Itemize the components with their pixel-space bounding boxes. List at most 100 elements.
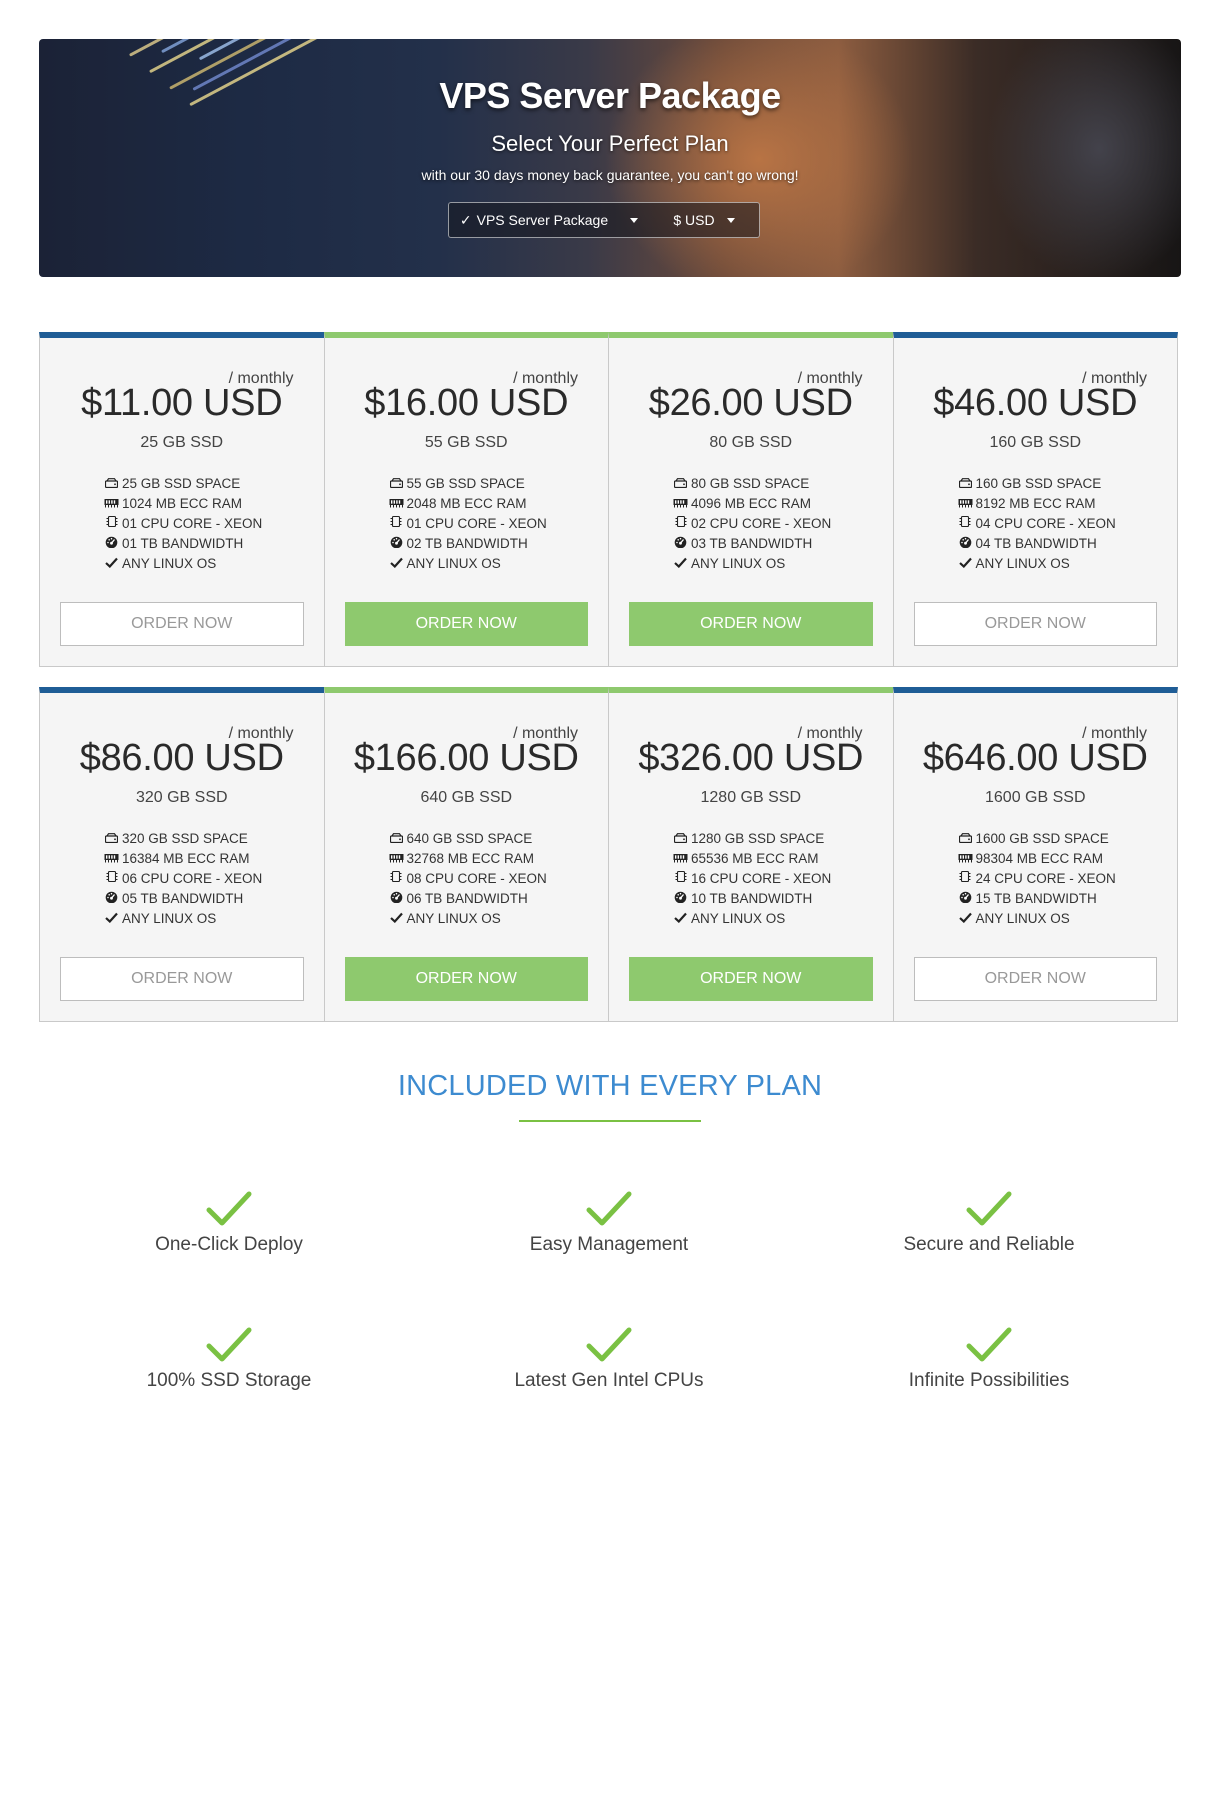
caret-down-icon: [630, 217, 639, 223]
check-icon: [206, 1191, 252, 1226]
plan-card: / monthly $646.00 USD 1600 GB SSD 1600 GB S…: [892, 687, 1178, 1022]
included-section-title: INCLUDED WITH EVERY PLAN: [397, 1070, 823, 1102]
plan-feature: 2048 MB ECC RAM: [325, 494, 609, 514]
ram-icon: [104, 494, 119, 514]
plan-storage: 80 GB SSD: [709, 434, 793, 451]
plan-feature: 1024 MB ECC RAM: [40, 494, 324, 514]
cpu-icon: [673, 869, 688, 889]
pricing-plans: / monthly $11.00 USD 25 GB SSD 25 GB SSD SP…: [39, 332, 1181, 1042]
plan-feature: 03 TB BANDWIDTH: [609, 534, 893, 554]
plan-price: $166.00 USD: [353, 737, 579, 779]
plan-feature-label: 06 TB BANDWIDTH: [406, 891, 528, 906]
ram-icon: [958, 494, 973, 514]
cpu-icon: [958, 514, 973, 534]
plan-feature: 04 CPU CORE - XEON: [894, 514, 1178, 534]
plan-feature: 1600 GB SSD SPACE: [894, 829, 1178, 849]
order-now-button[interactable]: ORDER NOW: [629, 957, 873, 1001]
page-title: VPS Server Package: [439, 75, 781, 116]
plan-feature: 320 GB SSD SPACE: [40, 829, 324, 849]
plan-feature: 02 CPU CORE - XEON: [609, 514, 893, 534]
order-now-button[interactable]: ORDER NOW: [60, 957, 304, 1001]
hdd-icon: [104, 474, 119, 494]
plan-price: $646.00 USD: [922, 737, 1148, 779]
plan-price: $46.00 USD: [933, 382, 1138, 424]
plan-feature-label: 06 CPU CORE - XEON: [122, 871, 263, 886]
plan-features: 1280 GB SSD SPACE 65536 MB ECC RAM 16 CPU …: [609, 829, 893, 929]
plan-feature: 55 GB SSD SPACE: [325, 474, 609, 494]
included-feature: Infinite Possibilities: [799, 1326, 1179, 1392]
plan-card: / monthly $16.00 USD 55 GB SSD 55 GB SSD SP…: [323, 332, 609, 667]
plan-feature-label: 55 GB SSD SPACE: [406, 476, 525, 491]
plan-feature: ANY LINUX OS: [325, 554, 609, 574]
plan-feature-label: ANY LINUX OS: [122, 911, 217, 926]
included-feature-label: 100% SSD Storage: [146, 1370, 312, 1391]
plan-feature-label: ANY LINUX OS: [406, 911, 501, 926]
check-icon: [104, 554, 119, 574]
cpu-icon: [673, 514, 688, 534]
plan-feature: 16384 MB ECC RAM: [40, 849, 324, 869]
plan-row: / monthly $11.00 USD 25 GB SSD 25 GB SSD SP…: [39, 332, 1181, 667]
plan-feature-label: 15 TB BANDWIDTH: [975, 891, 1097, 906]
plan-features: 25 GB SSD SPACE 1024 MB ECC RAM 01 CPU COR…: [40, 474, 324, 574]
plan-feature-label: ANY LINUX OS: [975, 911, 1070, 926]
check-icon: [958, 909, 973, 929]
hdd-icon: [673, 829, 688, 849]
plan-card: / monthly $86.00 USD 320 GB SSD 320 GB SSD …: [39, 687, 325, 1022]
order-now-button[interactable]: ORDER NOW: [60, 602, 304, 646]
included-feature-label: Easy Management: [529, 1234, 689, 1255]
plan-feature: 160 GB SSD SPACE: [894, 474, 1178, 494]
plan-feature-label: 1280 GB SSD SPACE: [691, 831, 825, 846]
plan-feature: 32768 MB ECC RAM: [325, 849, 609, 869]
cpu-icon: [104, 514, 119, 534]
check-icon: [389, 554, 404, 574]
plan-feature-label: ANY LINUX OS: [122, 556, 217, 571]
package-dropdown-label: VPS Server Package: [476, 212, 609, 228]
plan-price: $86.00 USD: [79, 737, 284, 779]
title-underline: [519, 1120, 701, 1122]
plan-feature-label: 160 GB SSD SPACE: [975, 476, 1102, 491]
hdd-icon: [389, 829, 404, 849]
plan-feature: 01 CPU CORE - XEON: [325, 514, 609, 534]
package-dropdown[interactable]: ✓ VPS Server Package: [449, 203, 649, 237]
dashboard-icon: [673, 534, 688, 554]
check-icon: [104, 909, 119, 929]
included-feature: 100% SSD Storage: [39, 1326, 419, 1392]
currency-dropdown[interactable]: $ USD: [649, 203, 759, 237]
dashboard-icon: [104, 889, 119, 909]
plan-feature-label: 2048 MB ECC RAM: [406, 496, 527, 511]
plan-feature: ANY LINUX OS: [894, 909, 1178, 929]
plan-feature-label: 65536 MB ECC RAM: [691, 851, 819, 866]
plan-storage: 160 GB SSD: [989, 434, 1082, 451]
plan-feature: 01 CPU CORE - XEON: [40, 514, 324, 534]
plan-row: / monthly $86.00 USD 320 GB SSD 320 GB SSD …: [39, 687, 1181, 1022]
plan-feature-label: 08 CPU CORE - XEON: [406, 871, 547, 886]
plan-storage: 640 GB SSD: [420, 789, 513, 806]
guarantee-note: with our 30 days money back guarantee, y…: [421, 167, 799, 183]
hdd-icon: [958, 829, 973, 849]
ram-icon: [104, 849, 119, 869]
plan-feature: 05 TB BANDWIDTH: [40, 889, 324, 909]
plan-feature-label: 04 TB BANDWIDTH: [975, 536, 1097, 551]
cpu-icon: [389, 514, 404, 534]
plan-feature-label: 640 GB SSD SPACE: [406, 831, 533, 846]
plan-feature: 640 GB SSD SPACE: [325, 829, 609, 849]
order-now-button[interactable]: ORDER NOW: [629, 602, 873, 646]
ram-icon: [958, 849, 973, 869]
check-icon: [673, 554, 688, 574]
hdd-icon: [389, 474, 404, 494]
cpu-icon: [958, 869, 973, 889]
plan-feature: ANY LINUX OS: [894, 554, 1178, 574]
hdd-icon: [958, 474, 973, 494]
plan-feature-label: 01 TB BANDWIDTH: [122, 536, 244, 551]
plan-features: 80 GB SSD SPACE 4096 MB ECC RAM 02 CPU COR…: [609, 474, 893, 574]
order-now-button[interactable]: ORDER NOW: [344, 957, 588, 1001]
order-now-button[interactable]: ORDER NOW: [913, 602, 1157, 646]
plan-feature-label: 02 CPU CORE - XEON: [691, 516, 832, 531]
plan-feature: 06 CPU CORE - XEON: [40, 869, 324, 889]
plan-feature: 06 TB BANDWIDTH: [325, 889, 609, 909]
hdd-icon: [104, 829, 119, 849]
order-now-button[interactable]: ORDER NOW: [344, 602, 588, 646]
check-icon: [586, 1191, 632, 1226]
plan-card: / monthly $46.00 USD 160 GB SSD 160 GB SSD …: [892, 332, 1178, 667]
order-now-button[interactable]: ORDER NOW: [913, 957, 1157, 1001]
